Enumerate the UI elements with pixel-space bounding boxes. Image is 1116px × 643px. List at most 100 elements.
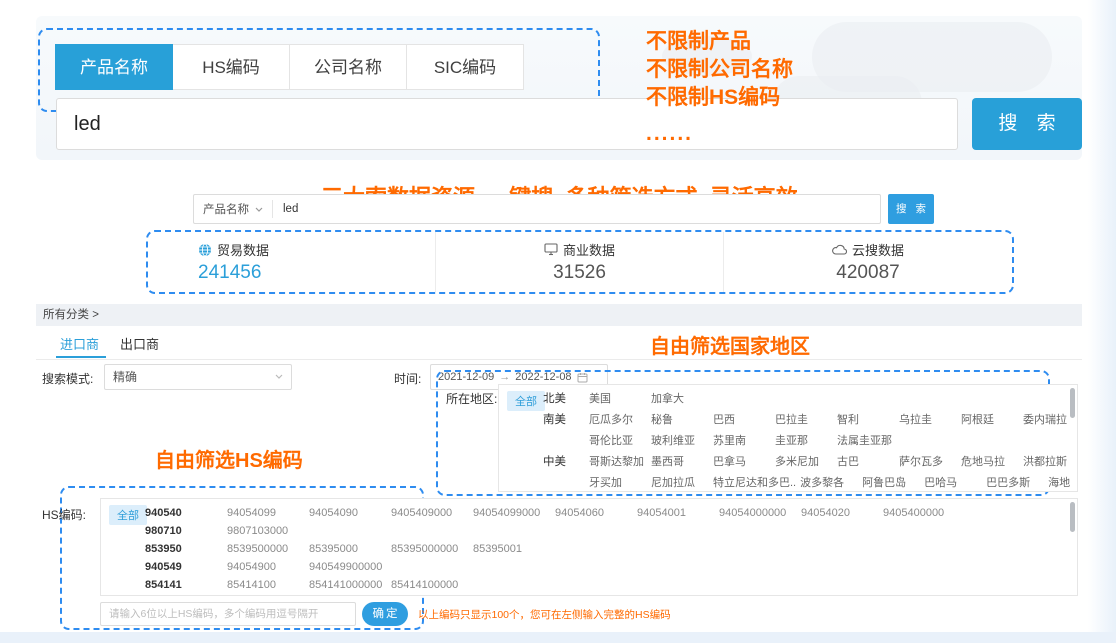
tab-sic-code[interactable]: SIC编码 [406, 44, 524, 90]
region-item[interactable]: 波多黎各 [800, 475, 862, 491]
annotation-line: ...... [646, 120, 793, 148]
hs-code[interactable]: 854141 [145, 578, 227, 593]
hs-subcode[interactable]: 94054099 [227, 506, 309, 521]
hs-scrollbar[interactable] [1070, 502, 1075, 532]
region-item[interactable]: 巴拿马 [713, 454, 775, 470]
hs-subcode[interactable]: 9405400000 [883, 506, 965, 521]
region-row: 哥伦比亚 玻利维亚 苏里南 圭亚那 法属圭亚那 [543, 433, 899, 449]
region-item[interactable]: 洪都拉斯 [1023, 454, 1085, 470]
hs-code[interactable]: 940540 [145, 506, 227, 521]
hs-subcode[interactable]: 94054001 [637, 506, 719, 521]
hs-subcode[interactable]: 94054000000 [719, 506, 801, 521]
stat-cloud-search-data[interactable]: 云搜数据 420087 [724, 232, 1012, 292]
hs-subcode[interactable]: 8539500000 [227, 542, 309, 557]
region-item[interactable]: 巴西 [713, 412, 775, 428]
stat-trade-data[interactable]: 贸易数据 241456 [148, 232, 436, 292]
time-label: 时间: [394, 370, 421, 387]
hs-row: 940540 94054099 94054090 9405409000 9405… [145, 506, 965, 521]
hs-subcode[interactable]: 9405409000 [391, 506, 473, 521]
region-item[interactable]: 特立尼达和多巴.. [713, 475, 800, 491]
hs-subcode[interactable]: 85414100000 [391, 578, 473, 593]
hs-subcode[interactable]: 94054090 [309, 506, 391, 521]
region-item[interactable]: 巴哈马 [924, 475, 986, 491]
region-group-label: 南美 [543, 412, 589, 428]
region-item[interactable]: 萨尔瓦多 [899, 454, 961, 470]
region-item[interactable]: 墨西哥 [651, 454, 713, 470]
region-item[interactable]: 尼加拉瓜 [651, 475, 713, 491]
region-item[interactable]: 圭亚那 [775, 433, 837, 449]
hs-subcode[interactable]: 94054099000 [473, 506, 555, 521]
active-tab-underline [56, 356, 106, 358]
region-item[interactable]: 危地马拉 [961, 454, 1023, 470]
hs-code[interactable]: 853950 [145, 542, 227, 557]
mini-search-button[interactable]: 搜 索 [888, 194, 934, 224]
region-item[interactable]: 美国 [589, 391, 651, 407]
hs-subcode[interactable]: 854141000000 [309, 578, 391, 593]
region-item[interactable]: 巴巴多斯 [986, 475, 1048, 491]
tab-exporters[interactable]: 出口商 [120, 334, 159, 353]
region-item[interactable]: 巴拉圭 [775, 412, 837, 428]
hs-subcode[interactable]: 85414100 [227, 578, 309, 593]
region-row: 南美 厄瓜多尔 秘鲁 巴西 巴拉圭 智利 乌拉圭 阿根廷 委内瑞拉 [543, 412, 1085, 428]
region-item[interactable]: 委内瑞拉 [1023, 412, 1085, 428]
breadcrumb[interactable]: 所有分类 > [36, 304, 1082, 326]
mini-search-type-dropdown[interactable]: 产品名称 [194, 201, 272, 217]
hs-subcode[interactable]: 94054060 [555, 506, 637, 521]
region-item[interactable]: 海地 [1048, 475, 1110, 491]
region-item[interactable]: 法属圭亚那 [837, 433, 899, 449]
hs-subcode[interactable]: 85395000000 [391, 542, 473, 557]
chevron-down-icon [255, 207, 263, 212]
region-item[interactable]: 智利 [837, 412, 899, 428]
hero-annotations: 不限制产品 不限制公司名称 不限制HS编码 ...... [646, 28, 793, 148]
region-list-panel: 全部 北美 美国 加拿大 南美 厄瓜多尔 秘鲁 巴西 巴拉圭 智利 乌拉圭 阿根… [498, 384, 1078, 492]
region-item[interactable]: 古巴 [837, 454, 899, 470]
region-item[interactable]: 阿根廷 [961, 412, 1023, 428]
region-item[interactable]: 秘鲁 [651, 412, 713, 428]
region-all-chip[interactable]: 全部 [507, 391, 545, 411]
hs-subcode[interactable]: 94054020 [801, 506, 883, 521]
region-item[interactable]: 厄瓜多尔 [589, 412, 651, 428]
hs-subcode[interactable]: 940549900000 [309, 560, 391, 575]
hs-code[interactable]: 980710 [145, 524, 227, 539]
hs-all-chip[interactable]: 全部 [109, 505, 147, 525]
region-item[interactable]: 阿鲁巴岛 [862, 475, 924, 491]
hs-subcode[interactable]: 9807103000 [227, 524, 309, 539]
stat-business-data[interactable]: 商业数据 31526 [436, 232, 724, 292]
main-search-input[interactable]: led [56, 98, 958, 150]
annotation-line: 不限制产品 [646, 28, 793, 56]
region-item[interactable]: 牙买加 [589, 475, 651, 491]
stat-label: 贸易数据 [217, 240, 269, 259]
region-item[interactable]: 哥伦比亚 [589, 433, 651, 449]
tab-product-name[interactable]: 产品名称 [55, 44, 173, 90]
hs-row: 940549 94054900 940549900000 [145, 560, 391, 575]
cloud-icon [832, 244, 847, 256]
main-search-button[interactable]: 搜 索 [972, 98, 1082, 150]
region-item[interactable]: 玻利维亚 [651, 433, 713, 449]
stat-value: 31526 [436, 262, 723, 284]
hs-subcode[interactable]: 94054900 [227, 560, 309, 575]
hs-code-input[interactable] [100, 602, 356, 626]
region-item[interactable]: 哥斯达黎加 [589, 454, 651, 470]
hs-code[interactable]: 940549 [145, 560, 227, 575]
region-item[interactable]: 苏里南 [713, 433, 775, 449]
mini-search-bar[interactable]: 产品名称 led [193, 194, 881, 224]
tab-hs-code[interactable]: HS编码 [172, 44, 290, 90]
region-item[interactable]: 加拿大 [651, 391, 713, 407]
annotation-line: 不限制公司名称 [646, 56, 793, 84]
hs-row: 980710 9807103000 [145, 524, 309, 539]
hs-subcode[interactable]: 85395001 [473, 542, 555, 557]
tab-importers[interactable]: 进口商 [60, 334, 99, 353]
hs-subcode[interactable]: 85395000 [309, 542, 391, 557]
tab-company-name[interactable]: 公司名称 [289, 44, 407, 90]
confirm-button[interactable]: 确定 [362, 602, 408, 626]
region-group-label [543, 475, 589, 491]
region-item[interactable]: 多米尼加 [775, 454, 837, 470]
region-item[interactable]: 乌拉圭 [899, 412, 961, 428]
search-mode-select[interactable]: 精确 [104, 364, 292, 390]
divider [36, 359, 1082, 360]
region-group-label: 中美 [543, 454, 589, 470]
globe-icon [198, 243, 212, 257]
mini-dropdown-value: 产品名称 [203, 201, 249, 217]
chevron-down-icon [275, 374, 283, 379]
hs-code-panel: 全部 940540 94054099 94054090 9405409000 9… [100, 498, 1078, 596]
